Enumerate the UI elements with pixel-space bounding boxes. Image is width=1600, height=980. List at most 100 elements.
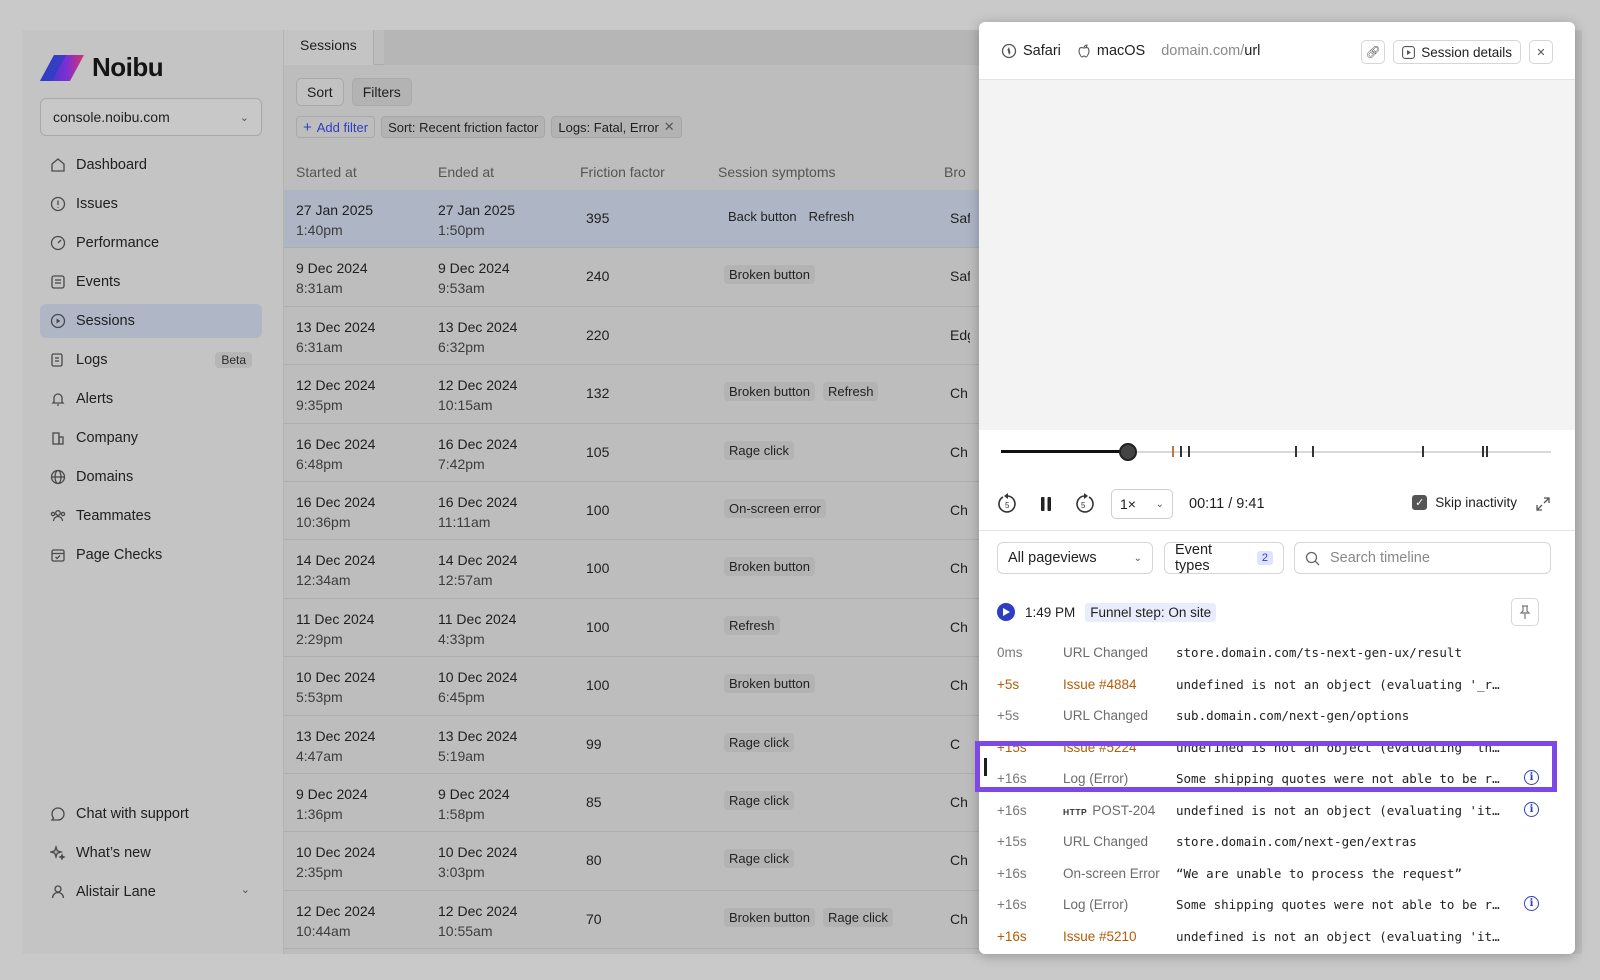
sidebar-item-alistair-lane[interactable]: Alistair Lane ⌄ [40, 875, 262, 909]
search-timeline-input[interactable]: Search timeline [1294, 542, 1551, 574]
sidebar-item-dashboard[interactable]: Dashboard [40, 148, 262, 182]
sidebar-item-alerts[interactable]: Alerts [40, 382, 262, 416]
replay-viewport[interactable] [979, 80, 1575, 430]
logo[interactable]: Noibu [40, 52, 164, 83]
sidebar-item-domains[interactable]: Domains [40, 460, 262, 494]
info-icon[interactable]: i [1524, 770, 1539, 785]
timeline-event[interactable]: +16s On-screen Error “We are unable to pro… [979, 858, 1575, 890]
pause-icon[interactable] [1035, 493, 1057, 515]
started-at-cell: 13 Dec 2024 4:47am [296, 726, 375, 766]
event-types-filter[interactable]: Event types 2 [1164, 542, 1284, 574]
timeline-event[interactable]: +16s Log (Error) Some shipping quotes were… [979, 889, 1575, 921]
sidebar-item-teammates[interactable]: Teammates [40, 499, 262, 533]
event-type: URL Changed [1063, 708, 1148, 723]
info-icon[interactable]: i [1524, 896, 1539, 911]
table-row[interactable]: 14 Dec 2024 12:34am 14 Dec 2024 12:57am 100 B… [284, 540, 984, 599]
end-date: 12 Dec 2024 [438, 377, 518, 394]
close-panel-button[interactable]: ✕ [1529, 40, 1553, 64]
pin-button[interactable] [1511, 598, 1539, 626]
table-row[interactable]: 13 Dec 2024 4:47am 13 Dec 2024 5:19am 99 Rage… [284, 716, 984, 774]
timeline-scrubber[interactable] [1001, 442, 1551, 462]
table-row[interactable]: 27 Jan 2025 1:40pm 27 Jan 2025 1:50pm 395 Bac… [284, 190, 984, 249]
sidebar-item-what-s-new[interactable]: What’s new [40, 836, 262, 870]
friction-factor-cell: 100 [586, 677, 610, 694]
end-time: 4:33pm [438, 630, 485, 647]
browser-cell: Ch [950, 677, 968, 694]
event-timeline: 0ms URL Changed store.domain.com/ts-next-g… [979, 637, 1575, 952]
forward-5-icon[interactable]: 5 [1073, 493, 1095, 515]
timeline-event[interactable]: +16s Log (Error) Some shipping quotes were… [979, 763, 1575, 795]
table-row[interactable]: 10 Dec 2024 5:53pm 10 Dec 2024 6:45pm 100 Bro… [284, 657, 984, 716]
timeline-event[interactable]: +16s HTTP POST-204 undefined is not an obje… [979, 795, 1575, 827]
table-row[interactable]: 12 Dec 2024 10:44am 12 Dec 2024 10:55am 70 Br… [284, 891, 984, 950]
sidebar-bottom-nav: Chat with support What’s new Alistair Lane… [40, 797, 262, 914]
column-browser[interactable]: Bro [944, 164, 966, 180]
table-row[interactable]: 12 Dec 2024 9:35pm 12 Dec 2024 10:15am 132 Br… [284, 365, 984, 424]
column-started-at[interactable]: Started at [296, 164, 357, 180]
symptoms-cell: Refresh [724, 615, 780, 635]
timeline-marker[interactable] [1171, 446, 1174, 457]
sidebar-item-sessions[interactable]: Sessions [40, 304, 262, 338]
checkbox-checked-icon[interactable]: ✓ [1412, 495, 1428, 510]
timeline-marker[interactable] [1311, 446, 1314, 457]
timeline-marker[interactable] [1482, 446, 1485, 457]
timeline-marker[interactable] [1188, 446, 1190, 457]
table-row[interactable]: 9 Dec 2024 8:31am 9 Dec 2024 9:53am 240 Broke… [284, 248, 984, 307]
timeline-event[interactable]: +16s Issue #5210 undefined is not an objec… [979, 921, 1575, 953]
timeline-marker[interactable] [1486, 446, 1489, 457]
browser-cell: Ch [950, 852, 968, 869]
sidebar-item-performance[interactable]: Performance [40, 226, 262, 260]
symptom-tag: Broken button [724, 907, 815, 927]
fullscreen-icon[interactable] [1535, 496, 1551, 512]
sidebar-item-label: Company [76, 430, 139, 446]
column-session-symptoms[interactable]: Session symptoms [718, 164, 835, 180]
rewind-5-icon[interactable]: 5 [997, 493, 1019, 515]
sidebar-item-logs[interactable]: Logs Beta [40, 343, 262, 377]
timeline-marker[interactable] [1295, 446, 1298, 457]
table-row[interactable]: 16 Dec 2024 6:48pm 16 Dec 2024 7:42pm 105 Rag… [284, 424, 984, 482]
sidebar-item-company[interactable]: Company [40, 421, 262, 455]
browser-cell: C [950, 735, 961, 752]
table-row[interactable]: 11 Dec 2024 2:29pm 11 Dec 2024 4:33pm 100 Ref… [284, 599, 984, 658]
play-circle-icon[interactable] [997, 603, 1015, 621]
timeline-event[interactable]: +15s URL Changed store.domain.com/next-gen… [979, 826, 1575, 858]
copy-link-button[interactable]: 🔗︎ [1361, 40, 1386, 64]
filters-button[interactable]: Filters [351, 78, 412, 106]
session-details-button[interactable]: Session details [1393, 40, 1521, 64]
panel-header: Safari macOS domain.com/url 🔗︎ Session d… [979, 22, 1575, 80]
logs-filter-chip[interactable]: Logs: Fatal, Error ✕ [551, 116, 682, 138]
sort-chip[interactable]: Sort: Recent friction factor [381, 116, 546, 138]
skip-inactivity-toggle[interactable]: ✓ Skip inactivity [1412, 495, 1517, 510]
table-row[interactable]: 13 Dec 2024 6:31am 13 Dec 2024 6:32pm 220 Edg [284, 307, 984, 366]
tab-sessions[interactable]: Sessions [284, 30, 374, 65]
sort-button[interactable]: Sort [296, 78, 344, 106]
timeline-event[interactable]: +5s URL Changed sub.domain.com/next-gen/op… [979, 700, 1575, 732]
sidebar-item-chat-with-support[interactable]: Chat with support [40, 797, 262, 831]
info-icon[interactable]: i [1524, 801, 1539, 817]
start-time: 12:34am [296, 572, 351, 589]
playback-speed-select[interactable]: 1× ⌄ [1111, 489, 1173, 519]
table-row[interactable]: 9 Dec 2024 1:36pm 9 Dec 2024 1:58pm 85 Rage c… [284, 774, 984, 833]
timeline-event[interactable]: 0ms URL Changed store.domain.com/ts-next-g… [979, 637, 1575, 669]
org-selector[interactable]: console.noibu.com ⌄ [40, 98, 262, 136]
tab-bar-empty [384, 30, 984, 65]
start-date: 9 Dec 2024 [296, 260, 368, 277]
timeline-event[interactable]: +5s Issue #4884 undefined is not an object… [979, 669, 1575, 701]
scrubber-handle[interactable] [1118, 443, 1137, 461]
table-row[interactable]: 10 Dec 2024 2:35pm 10 Dec 2024 3:03pm 80 Rage… [284, 832, 984, 891]
column-friction-factor[interactable]: Friction factor [580, 164, 665, 180]
table-row[interactable]: 16 Dec 2024 10:36pm 16 Dec 2024 11:11am 100 O… [284, 482, 984, 541]
timeline-marker[interactable] [1421, 446, 1424, 457]
pageviews-select[interactable]: All pageviews ⌄ [997, 542, 1153, 574]
add-filter-button[interactable]: + Add filter [296, 116, 376, 138]
chevron-down-icon: ⌄ [1155, 498, 1164, 510]
sidebar-item-events[interactable]: Events [40, 265, 262, 299]
sidebar-item-page-checks[interactable]: Page Checks [40, 538, 262, 572]
timeline-marker[interactable] [1179, 446, 1182, 457]
timeline-event[interactable]: +15s Issue #5224 undefined is not an objec… [979, 732, 1575, 764]
close-icon[interactable]: ✕ [664, 119, 675, 135]
building-icon [50, 430, 66, 446]
sidebar-item-issues[interactable]: Issues [40, 187, 262, 221]
column-ended-at[interactable]: Ended at [438, 164, 494, 180]
event-type-label: Log (Error) [1063, 897, 1129, 912]
